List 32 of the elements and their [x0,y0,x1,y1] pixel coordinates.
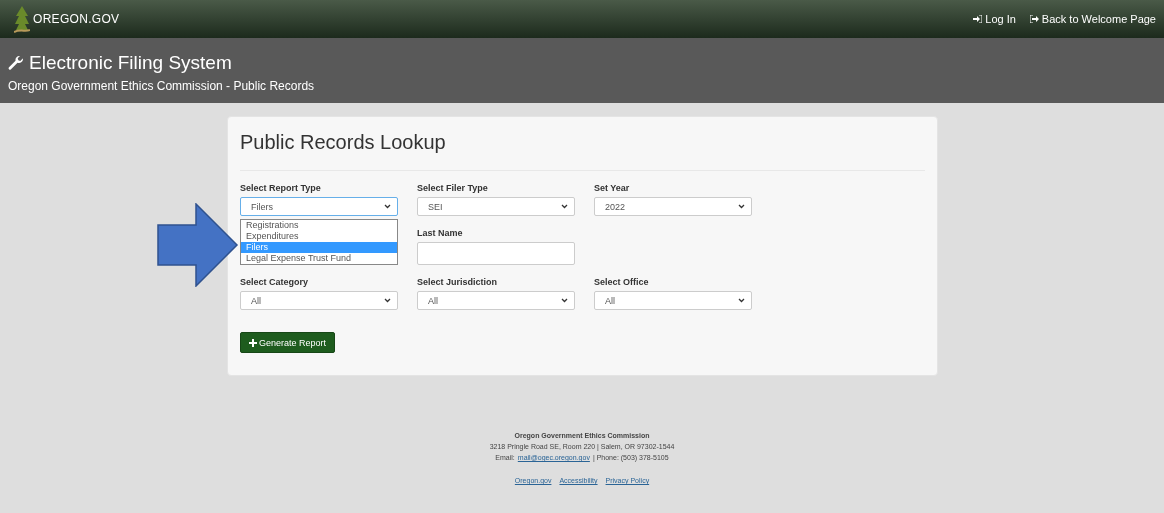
wrench-icon [8,55,24,71]
chevron-down-icon [561,204,568,209]
chevron-down-icon [384,204,391,209]
chevron-down-icon [561,298,568,303]
chevron-down-icon [384,298,391,303]
input-field[interactable] [417,242,575,265]
nav-link[interactable]: Back to Welcome Page [1029,13,1156,25]
chevron-down-icon [738,298,745,303]
select-field[interactable]: All [417,291,575,310]
plus-icon [249,338,257,347]
field-label: Set Year [594,183,631,193]
select-field[interactable]: Filers [240,197,398,216]
app-title: Electronic Filing System [29,52,232,74]
select-field[interactable]: 2022 [594,197,752,216]
select-field[interactable]: All [240,291,398,310]
generate-report-button[interactable]: Generate Report [240,332,336,353]
sign-out-icon [1029,15,1039,23]
app-subtitle: Oregon Government Ethics Commission - Public Records [8,79,316,93]
field-label: Select Jurisdiction [417,277,499,287]
tree-logo-icon [14,4,30,34]
select-field[interactable]: SEI [417,197,575,216]
card-title: Public Records Lookup [240,131,925,171]
field-label: Select Office [594,277,650,287]
field-label: Select Filer Type [417,183,489,193]
nav-link[interactable]: Log In [973,13,1016,25]
chevron-down-icon [738,204,745,209]
site-logo-text[interactable]: OREGON.GOV [33,12,120,26]
sign-in-icon [973,15,983,23]
field-label: Last Name [417,228,464,238]
field-label: Select Category [240,277,310,287]
select-field[interactable]: All [594,291,752,310]
field-label: Select Report Type [240,183,322,193]
